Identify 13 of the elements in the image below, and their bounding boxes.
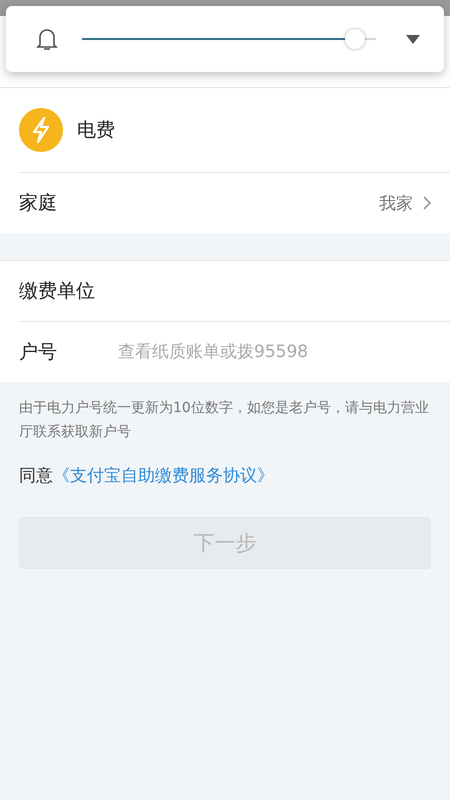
row-value: 我家 (379, 192, 413, 214)
row-label: 家庭 (19, 191, 57, 216)
lightning-icon (19, 108, 63, 152)
dropdown-icon[interactable] (406, 34, 420, 44)
agreement-link[interactable]: 《支付宝自助缴费服务协议》 (53, 466, 274, 486)
family-row[interactable]: 家庭 我家 (19, 173, 450, 233)
chevron-icon (423, 196, 431, 210)
agreement-text: 同意《支付宝自助缴费服务协议》 (19, 465, 275, 487)
field-label: 户号 (19, 340, 58, 365)
notice-text: 由于电力户号统一更新为10位数字，如您是老户号，请与电力营业厅联系获取新户号 (19, 399, 430, 442)
field-label: 缴费单位 (19, 279, 96, 304)
bell-icon (36, 27, 58, 51)
biller-name: 电费 (77, 118, 115, 143)
